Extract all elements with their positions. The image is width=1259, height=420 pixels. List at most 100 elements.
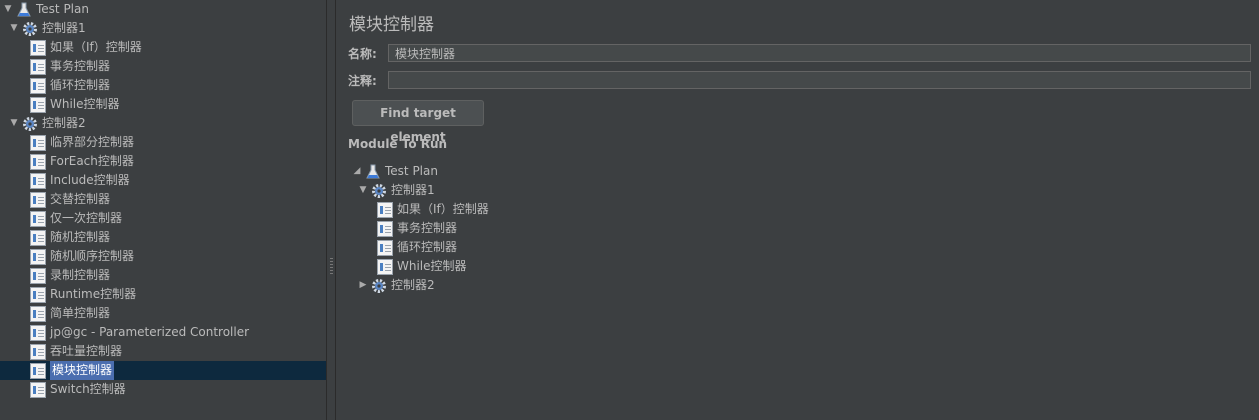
tree-node-label: 交替控制器 — [50, 192, 111, 206]
tree-node-label: Runtime控制器 — [50, 287, 137, 301]
gear-icon — [371, 183, 387, 199]
tree-node-label: 循环控制器 — [397, 240, 458, 254]
tree-node-item[interactable]: 事务控制器 — [30, 57, 110, 76]
controller-icon — [377, 239, 393, 256]
tree-node-label: 控制器1 — [42, 21, 86, 35]
tree-node-label: 控制器2 — [391, 278, 435, 292]
controller-icon — [30, 324, 46, 341]
tree-node-label: 随机顺序控制器 — [50, 249, 135, 263]
controller-icon — [30, 286, 46, 303]
find-target-element-button[interactable]: Find target element — [352, 100, 484, 144]
tree-node-item[interactable]: 临界部分控制器 — [30, 133, 134, 152]
controller-icon — [30, 172, 46, 189]
gear-icon — [371, 278, 387, 294]
gear-icon — [22, 21, 38, 37]
controller-icon — [30, 77, 46, 94]
controller-icon — [30, 39, 46, 56]
expand-toggle-icon[interactable]: ▼ — [357, 185, 369, 197]
tree-node-item[interactable]: ForEach控制器 — [30, 152, 134, 171]
tree-node-label: 临界部分控制器 — [50, 135, 135, 149]
split-pane-divider[interactable] — [326, 0, 336, 420]
tree-node-label: 随机控制器 — [50, 230, 111, 244]
tree-node-item[interactable]: 吞吐量控制器 — [30, 342, 122, 361]
controller-icon — [30, 362, 46, 379]
tree-node-label: Include控制器 — [50, 173, 130, 187]
controller-icon — [30, 96, 46, 113]
tree-node-label: 循环控制器 — [50, 78, 111, 92]
expand-toggle-icon[interactable]: ▼ — [8, 118, 20, 130]
controller-icon — [30, 343, 46, 360]
expand-toggle-icon[interactable]: ◢ — [351, 166, 363, 178]
divider-grip-icon[interactable] — [330, 258, 333, 274]
module-tree-node-controller-2[interactable]: ▶ 控制器2 — [357, 276, 435, 295]
test-plan-tree[interactable]: ▼ Test Plan ▼ 控制器1 如果（If）控制器 事务控制器 循环控制器… — [0, 0, 326, 420]
expand-toggle-icon[interactable]: ▼ — [8, 23, 20, 35]
module-tree-node-controller-1[interactable]: ▼ 控制器1 — [357, 181, 435, 200]
module-tree-node-item[interactable]: 如果（If）控制器 — [377, 200, 489, 219]
tree-node-item[interactable]: Switch控制器 — [30, 380, 126, 399]
tree-node-controller-1[interactable]: ▼ 控制器1 — [8, 19, 86, 38]
tree-node-label: Switch控制器 — [50, 382, 126, 396]
gear-icon — [22, 116, 38, 132]
controller-icon — [30, 248, 46, 265]
tree-node-label: 模块控制器 — [50, 361, 115, 380]
tree-node-item-selected[interactable]: 模块控制器 — [0, 361, 326, 380]
tree-node-item[interactable]: jp@gc - Parameterized Controller — [30, 323, 249, 342]
tree-node-item[interactable]: Runtime控制器 — [30, 285, 136, 304]
tree-node-label: 如果（If）控制器 — [397, 202, 489, 216]
tree-node-item[interactable]: While控制器 — [30, 95, 120, 114]
controller-icon — [30, 153, 46, 170]
tree-node-label: 控制器2 — [42, 116, 86, 130]
module-to-run-label: Module To Run — [348, 137, 448, 151]
tree-node-label: 事务控制器 — [50, 59, 111, 73]
comment-label: 注释: — [348, 73, 377, 88]
flask-icon — [365, 164, 381, 180]
controller-icon — [30, 305, 46, 322]
module-tree-node-item[interactable]: 循环控制器 — [377, 238, 457, 257]
tree-node-item[interactable]: 随机顺序控制器 — [30, 247, 134, 266]
tree-node-label: jp@gc - Parameterized Controller — [50, 325, 250, 339]
tree-node-item[interactable]: 交替控制器 — [30, 190, 110, 209]
controller-icon — [377, 201, 393, 218]
tree-node-controller-2[interactable]: ▼ 控制器2 — [8, 114, 86, 133]
tree-node-test-plan[interactable]: ▼ Test Plan — [2, 0, 89, 19]
controller-icon — [30, 134, 46, 151]
tree-node-label: 录制控制器 — [50, 268, 111, 282]
flask-icon — [16, 2, 32, 18]
controller-icon — [30, 58, 46, 75]
tree-node-item[interactable]: 录制控制器 — [30, 266, 110, 285]
controller-icon — [30, 210, 46, 227]
comment-field-row: 注释: — [348, 70, 1251, 90]
controller-icon — [30, 229, 46, 246]
tree-node-item[interactable]: 循环控制器 — [30, 76, 110, 95]
tree-node-label: Test Plan — [36, 2, 89, 16]
name-input[interactable]: 模块控制器 — [388, 44, 1251, 62]
tree-node-label: While控制器 — [397, 259, 467, 273]
tree-node-item[interactable]: 如果（If）控制器 — [30, 38, 142, 57]
module-tree-node-item[interactable]: 事务控制器 — [377, 219, 457, 238]
name-field-row: 名称: 模块控制器 — [348, 43, 1251, 63]
expand-toggle-icon[interactable]: ▼ — [2, 4, 14, 16]
tree-node-item[interactable]: 仅一次控制器 — [30, 209, 122, 228]
controller-icon — [377, 258, 393, 275]
controller-icon — [30, 381, 46, 398]
tree-node-label: 简单控制器 — [50, 306, 111, 320]
tree-node-item[interactable]: 随机控制器 — [30, 228, 110, 247]
comment-input[interactable] — [388, 71, 1251, 89]
tree-node-label: While控制器 — [50, 97, 120, 111]
controller-icon — [30, 267, 46, 284]
tree-node-label: ForEach控制器 — [50, 154, 134, 168]
tree-node-item[interactable]: 简单控制器 — [30, 304, 110, 323]
panel-title: 模块控制器 — [349, 15, 434, 35]
tree-node-label: Test Plan — [385, 164, 438, 178]
module-tree-node-test-plan[interactable]: ◢ Test Plan — [351, 162, 438, 181]
module-controller-panel: 模块控制器 名称: 模块控制器 注释: Find target element … — [337, 0, 1259, 420]
expand-toggle-icon[interactable]: ▶ — [357, 280, 369, 292]
module-tree-node-item[interactable]: While控制器 — [377, 257, 467, 276]
controller-icon — [377, 220, 393, 237]
tree-node-label: 控制器1 — [391, 183, 435, 197]
tree-node-label: 事务控制器 — [397, 221, 458, 235]
tree-node-label: 仅一次控制器 — [50, 211, 123, 225]
tree-node-item[interactable]: Include控制器 — [30, 171, 130, 190]
name-label: 名称: — [348, 46, 377, 61]
